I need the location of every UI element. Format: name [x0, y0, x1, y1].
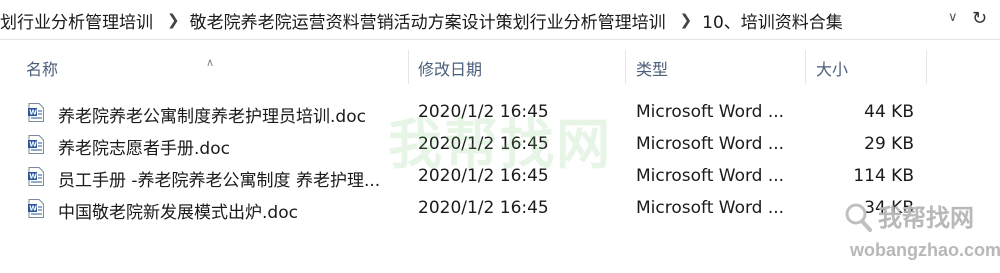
file-date: 2020/1/2 16:45	[418, 198, 549, 218]
refresh-icon[interactable]: ↻	[972, 8, 987, 29]
file-size: 114 KB	[853, 166, 914, 186]
svg-text:W: W	[29, 173, 37, 181]
chevron-right-icon[interactable]: ❯	[674, 11, 703, 29]
file-type: Microsoft Word ...	[636, 198, 785, 218]
breadcrumb-item[interactable]: 敬老院养老院运营资料营销活动方案设计策划行业分析管理培训	[190, 8, 674, 33]
column-divider[interactable]	[408, 50, 409, 84]
column-header-type[interactable]: 类型	[636, 56, 668, 80]
chevron-right-icon[interactable]: ❯	[161, 11, 190, 29]
file-name: 养老院养老公寓制度养老护理员培训.doc	[58, 107, 366, 127]
file-row[interactable]: W 员工手册 -养老院养老公寓制度 养老护理... 2020/1/2 16:45…	[0, 160, 1000, 192]
breadcrumb-item[interactable]: 划行业分析管理培训	[0, 8, 161, 33]
watermark-corner: 我帮找网 wobangzhao.com	[838, 198, 1000, 273]
word-document-icon: W	[28, 135, 44, 154]
file-size: 29 KB	[864, 134, 914, 154]
word-document-icon: W	[28, 103, 44, 122]
breadcrumb: 划行业分析管理培训 ❯ 敬老院养老院运营资料营销活动方案设计策划行业分析管理培训…	[0, 0, 948, 40]
address-bar[interactable]: 划行业分析管理培训 ❯ 敬老院养老院运营资料营销活动方案设计策划行业分析管理培训…	[0, 0, 1000, 40]
file-type: Microsoft Word ...	[636, 102, 785, 122]
column-header-size[interactable]: 大小	[816, 56, 848, 80]
column-divider[interactable]	[805, 50, 806, 84]
watermark-brand: 我帮找网	[878, 204, 974, 232]
sort-ascending-icon: ∧	[206, 56, 215, 69]
file-date: 2020/1/2 16:45	[418, 134, 549, 154]
svg-text:W: W	[29, 109, 37, 117]
file-row[interactable]: W 养老院志愿者手册.doc 2020/1/2 16:45 Microsoft …	[0, 128, 1000, 160]
column-divider[interactable]	[926, 50, 927, 84]
file-name: 中国敬老院新发展模式出炉.doc	[58, 203, 298, 223]
word-document-icon: W	[28, 167, 44, 186]
column-header-date[interactable]: 修改日期	[418, 56, 482, 80]
watermark-url: wobangzhao.com	[850, 240, 1000, 260]
svg-text:W: W	[29, 141, 37, 149]
file-size: 44 KB	[864, 102, 914, 122]
file-date: 2020/1/2 16:45	[418, 166, 549, 186]
breadcrumb-item[interactable]: 10、培训资料合集	[702, 8, 851, 33]
file-name: 养老院志愿者手册.doc	[58, 139, 230, 159]
column-header-row: ∧ 名称 修改日期 类型 大小	[0, 44, 1000, 86]
file-date: 2020/1/2 16:45	[418, 102, 549, 122]
magnifier-icon	[845, 203, 872, 232]
chevron-down-icon[interactable]: ∨	[948, 10, 958, 25]
column-header-name[interactable]: 名称	[26, 56, 58, 80]
file-name: 员工手册 -养老院养老公寓制度 养老护理...	[58, 171, 381, 191]
file-type: Microsoft Word ...	[636, 134, 785, 154]
word-document-icon: W	[28, 199, 44, 218]
svg-text:W: W	[29, 205, 37, 213]
column-divider[interactable]	[625, 50, 626, 84]
file-type: Microsoft Word ...	[636, 166, 785, 186]
file-row[interactable]: W 养老院养老公寓制度养老护理员培训.doc 2020/1/2 16:45 Mi…	[0, 96, 1000, 128]
